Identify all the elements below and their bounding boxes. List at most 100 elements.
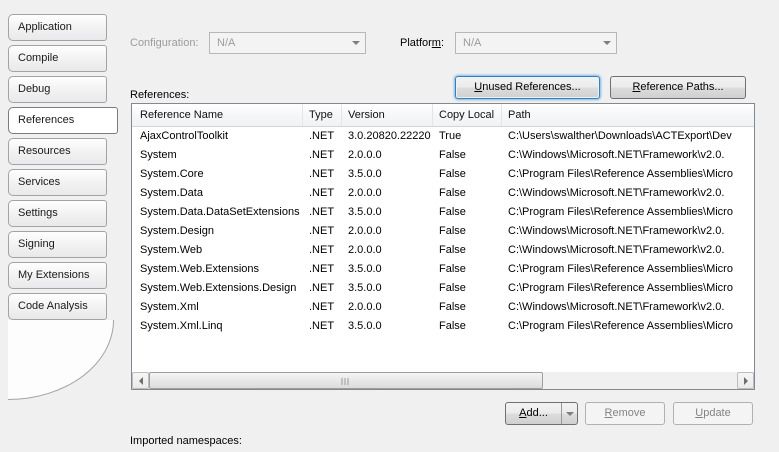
reference-row[interactable]: System.Data.NET2.0.0.0FalseC:\Windows\Mi… xyxy=(132,184,754,203)
add-button-label[interactable]: Add... xyxy=(506,403,561,424)
cell-copy_local: False xyxy=(433,146,502,165)
cell-version: 3.0.20820.22220 xyxy=(342,127,433,146)
sidebar-tab-application[interactable]: Application xyxy=(8,14,107,41)
cell-version: 3.5.0.0 xyxy=(342,279,433,298)
cell-copy_local: False xyxy=(433,203,502,222)
reference-row[interactable]: System.Web.Extensions.Design.NET3.5.0.0F… xyxy=(132,279,754,298)
cell-copy_local: False xyxy=(433,260,502,279)
reference-row[interactable]: System.Xml.NET2.0.0.0FalseC:\Windows\Mic… xyxy=(132,298,754,317)
remove-button[interactable]: Remove xyxy=(585,402,665,425)
references-table-body: AjaxControlToolkit.NET3.0.20820.22220Tru… xyxy=(132,127,754,372)
cell-copy_local: False xyxy=(433,165,502,184)
sidebar-tab-settings[interactable]: Settings xyxy=(8,200,107,227)
cell-copy_local: False xyxy=(433,222,502,241)
platform-dropdown[interactable]: N/A xyxy=(455,32,617,54)
cell-copy_local: False xyxy=(433,184,502,203)
reference-paths-button[interactable]: Reference Paths... xyxy=(610,76,746,99)
reference-row[interactable]: System.Web.Extensions.NET3.5.0.0FalseC:\… xyxy=(132,260,754,279)
cell-copy_local: False xyxy=(433,298,502,317)
cell-name: System.Data xyxy=(132,184,303,203)
cell-version: 3.5.0.0 xyxy=(342,317,433,336)
sidebar-tab-signing[interactable]: Signing xyxy=(8,231,107,258)
add-dropdown-arrow-icon[interactable] xyxy=(561,403,577,424)
reference-row[interactable]: System.NET2.0.0.0FalseC:\Windows\Microso… xyxy=(132,146,754,165)
references-table: Reference Name Type Version Copy Local P… xyxy=(131,103,755,390)
cell-type: .NET xyxy=(303,127,342,146)
cell-name: System.Core xyxy=(132,165,303,184)
cell-path: C:\Windows\Microsoft.NET\Framework\v2.0. xyxy=(502,241,754,260)
cell-path: C:\Windows\Microsoft.NET\Framework\v2.0. xyxy=(502,146,754,165)
reference-row[interactable]: System.Web.NET2.0.0.0FalseC:\Windows\Mic… xyxy=(132,241,754,260)
cell-type: .NET xyxy=(303,146,342,165)
scroll-left-icon[interactable] xyxy=(132,372,149,389)
sidebar-tab-debug[interactable]: Debug xyxy=(8,76,107,103)
cell-path: C:\Program Files\Reference Assemblies\Mi… xyxy=(502,165,754,184)
cell-name: AjaxControlToolkit xyxy=(132,127,303,146)
cell-type: .NET xyxy=(303,184,342,203)
cell-copy_local: False xyxy=(433,279,502,298)
column-header-path[interactable]: Path xyxy=(502,104,754,126)
platform-label: Platform: xyxy=(400,32,444,54)
unused-references-button[interactable]: Unused References... xyxy=(455,76,600,99)
scrollbar-grip-icon xyxy=(342,378,351,385)
cell-type: .NET xyxy=(303,298,342,317)
column-header-type[interactable]: Type xyxy=(303,104,342,126)
cell-type: .NET xyxy=(303,279,342,298)
cell-name: System xyxy=(132,146,303,165)
reference-row[interactable]: AjaxControlToolkit.NET3.0.20820.22220Tru… xyxy=(132,127,754,146)
cell-path: C:\Program Files\Reference Assemblies\Mi… xyxy=(502,317,754,336)
cell-path: C:\Windows\Microsoft.NET\Framework\v2.0. xyxy=(502,222,754,241)
cell-version: 2.0.0.0 xyxy=(342,184,433,203)
scrollbar-thumb[interactable] xyxy=(149,372,543,389)
column-header-version[interactable]: Version xyxy=(342,104,433,126)
update-button[interactable]: Update xyxy=(673,402,753,425)
cell-copy_local: False xyxy=(433,241,502,260)
configuration-dropdown[interactable]: N/A xyxy=(209,32,366,54)
column-header-reference-name[interactable]: Reference Name xyxy=(132,104,303,126)
reference-row[interactable]: System.Xml.Linq.NET3.5.0.0FalseC:\Progra… xyxy=(132,317,754,336)
cell-version: 3.5.0.0 xyxy=(342,260,433,279)
cell-name: System.Web.Extensions xyxy=(132,260,303,279)
cell-path: C:\Program Files\Reference Assemblies\Mi… xyxy=(502,279,754,298)
cell-name: System.Xml xyxy=(132,298,303,317)
cell-name: System.Xml.Linq xyxy=(132,317,303,336)
cell-copy_local: True xyxy=(433,127,502,146)
cell-type: .NET xyxy=(303,317,342,336)
horizontal-scrollbar[interactable] xyxy=(132,372,754,389)
references-table-header: Reference Name Type Version Copy Local P… xyxy=(132,104,754,127)
sidebar-tab-resources[interactable]: Resources xyxy=(8,138,107,165)
cell-copy_local: False xyxy=(433,317,502,336)
platform-dropdown-value: N/A xyxy=(463,33,481,53)
sidebar-tab-services[interactable]: Services xyxy=(8,169,107,196)
chevron-down-icon xyxy=(347,34,364,52)
cell-path: C:\Windows\Microsoft.NET\Framework\v2.0. xyxy=(502,184,754,203)
sidebar-tab-code-analysis[interactable]: Code Analysis xyxy=(8,293,107,320)
add-button[interactable]: Add... xyxy=(505,402,578,425)
cell-type: .NET xyxy=(303,165,342,184)
cell-version: 3.5.0.0 xyxy=(342,165,433,184)
cell-version: 3.5.0.0 xyxy=(342,203,433,222)
sidebar-tab-my-extensions[interactable]: My Extensions xyxy=(8,262,107,289)
configuration-dropdown-value: N/A xyxy=(217,33,235,53)
tabstrip-curve-decoration xyxy=(8,320,114,400)
reference-row[interactable]: System.Core.NET3.5.0.0FalseC:\Program Fi… xyxy=(132,165,754,184)
sidebar-tab-compile[interactable]: Compile xyxy=(8,45,107,72)
scroll-right-icon[interactable] xyxy=(737,372,754,389)
cell-path: C:\Users\swalther\Downloads\ACTExport\De… xyxy=(502,127,754,146)
column-header-copy-local[interactable]: Copy Local xyxy=(433,104,502,126)
reference-row[interactable]: System.Data.DataSetExtensions.NET3.5.0.0… xyxy=(132,203,754,222)
configuration-label: Configuration: xyxy=(130,32,199,54)
sidebar-tab-references[interactable]: References xyxy=(8,107,118,134)
cell-name: System.Web xyxy=(132,241,303,260)
cell-version: 2.0.0.0 xyxy=(342,222,433,241)
project-properties-references-page: Application Compile Debug References Res… xyxy=(0,0,779,446)
cell-version: 2.0.0.0 xyxy=(342,298,433,317)
cell-version: 2.0.0.0 xyxy=(342,146,433,165)
cell-name: System.Design xyxy=(132,222,303,241)
cell-name: System.Web.Extensions.Design xyxy=(132,279,303,298)
cell-path: C:\Windows\Microsoft.NET\Framework\v2.0. xyxy=(502,298,754,317)
reference-row[interactable]: System.Design.NET2.0.0.0FalseC:\Windows\… xyxy=(132,222,754,241)
cell-path: C:\Program Files\Reference Assemblies\Mi… xyxy=(502,260,754,279)
imported-namespaces-label: Imported namespaces: xyxy=(130,430,242,452)
cell-path: C:\Program Files\Reference Assemblies\Mi… xyxy=(502,203,754,222)
